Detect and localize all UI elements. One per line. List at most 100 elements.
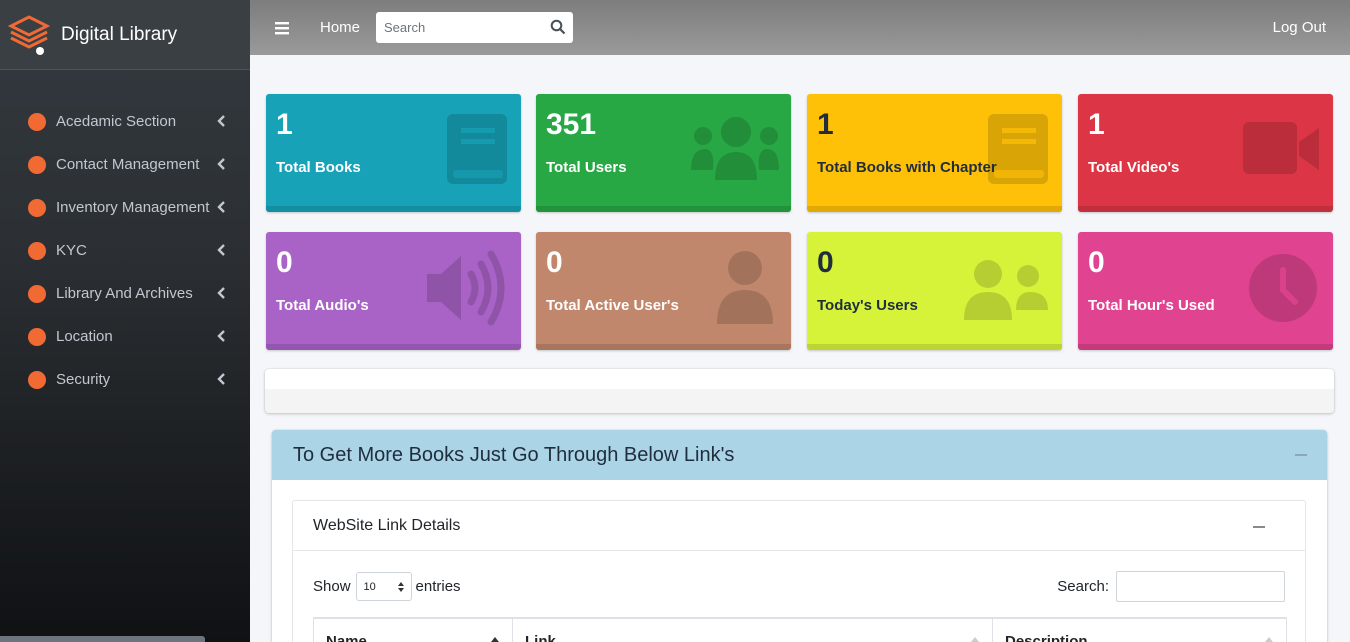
sidebar-item-security[interactable]: Security <box>0 358 250 401</box>
circle-icon <box>28 370 46 389</box>
minus-icon[interactable] <box>1253 526 1265 528</box>
logout-link[interactable]: Log Out <box>1273 19 1326 36</box>
brand-name: Digital Library <box>61 23 178 45</box>
column-header-description[interactable]: Description <box>992 619 1287 642</box>
volume-icon <box>427 250 505 326</box>
page-length-select[interactable]: 10 <box>355 572 412 601</box>
home-link[interactable]: Home <box>320 19 360 36</box>
chevron-left-icon <box>217 330 225 342</box>
column-header-label: Name <box>326 633 367 642</box>
stat-label: Total Active User's <box>546 297 679 314</box>
stat-value: 0 <box>1088 246 1105 279</box>
entries-label: entries <box>415 578 461 595</box>
empty-card-footer <box>265 389 1334 413</box>
card-header: WebSite Link Details <box>293 501 1305 551</box>
search-icon[interactable] <box>550 19 566 35</box>
navbar-search <box>376 12 574 43</box>
sidebar-item-label: KYC <box>56 242 87 259</box>
stat-label: Total Video's <box>1088 159 1180 176</box>
stat-box-footer <box>1078 344 1333 350</box>
books-stack-icon <box>8 14 50 55</box>
video-camera-icon <box>1243 122 1319 174</box>
stat-value: 351 <box>546 108 597 141</box>
card-title: WebSite Link Details <box>313 516 461 534</box>
chevron-left-icon <box>217 373 225 385</box>
stat-label: Today's Users <box>817 297 918 314</box>
stat-value: 1 <box>817 108 834 141</box>
stat-box-footer <box>807 206 1062 212</box>
sidebar-item-label: Contact Management <box>56 156 200 173</box>
stat-label: Total Audio's <box>276 297 369 314</box>
minus-icon[interactable] <box>1295 454 1307 456</box>
column-header-name[interactable]: Name <box>313 619 512 642</box>
sidebar-scrollbar[interactable] <box>0 636 205 642</box>
book-icon <box>988 114 1048 184</box>
stat-box-todays-users[interactable]: 0 Today's Users <box>807 232 1062 350</box>
stat-box-total-users[interactable]: 351 Total Users <box>536 94 791 212</box>
stat-box-total-active-users[interactable]: 0 Total Active User's <box>536 232 791 350</box>
table-search-input[interactable] <box>1116 571 1285 602</box>
table-search-label: Search: <box>1057 578 1109 595</box>
page-length-control: Show 10 entries <box>313 572 461 601</box>
empty-card <box>265 369 1334 413</box>
chevron-left-icon <box>217 201 225 213</box>
circle-icon <box>28 155 46 174</box>
stat-box-total-audios[interactable]: 0 Total Audio's <box>266 232 521 350</box>
stat-box-footer <box>807 344 1062 350</box>
column-header-label: Description <box>1005 633 1088 642</box>
website-link-card: WebSite Link Details Show 10 entries Sea… <box>292 500 1306 642</box>
hamburger-menu-icon[interactable] <box>275 21 289 35</box>
stat-box-footer <box>1078 206 1333 212</box>
search-input[interactable] <box>376 20 537 35</box>
sidebar-item-label: Security <box>56 371 111 388</box>
sidebar-item-location[interactable]: Location <box>0 315 250 358</box>
sidebar-item-contact-management[interactable]: Contact Management <box>0 143 250 186</box>
stat-box-total-books-with-chapter[interactable]: 1 Total Books with Chapter <box>807 94 1062 212</box>
sidebar-item-label: Library And Archives <box>56 285 193 302</box>
sidebar-item-acedamic-section[interactable]: Acedamic Section <box>0 100 250 143</box>
stat-value: 0 <box>276 246 293 279</box>
chevron-left-icon <box>217 244 225 256</box>
stat-box-footer <box>536 344 791 350</box>
stat-value: 0 <box>817 246 834 279</box>
circle-icon <box>28 327 46 346</box>
sort-icon <box>1265 637 1273 642</box>
stat-box-footer <box>266 206 521 212</box>
stat-box-total-books[interactable]: 1 Total Books <box>266 94 521 212</box>
column-header-link[interactable]: Link <box>512 619 992 642</box>
sidebar-item-label: Acedamic Section <box>56 113 177 130</box>
clock-icon <box>1249 254 1317 322</box>
circle-icon <box>28 198 46 217</box>
table-search: Search: <box>1057 571 1285 602</box>
stat-label: Total Hour's Used <box>1088 297 1215 314</box>
stat-box-footer <box>536 206 791 212</box>
stat-label: Total Books <box>276 159 361 176</box>
stat-value: 1 <box>276 108 293 141</box>
sidebar-item-library-and-archives[interactable]: Library And Archives <box>0 272 250 315</box>
circle-icon <box>28 284 46 303</box>
sidebar-nav: Acedamic Section Contact Management Inve… <box>0 100 250 401</box>
sidebar-item-kyc[interactable]: KYC <box>0 229 250 272</box>
chevron-left-icon <box>217 158 225 170</box>
show-label: Show <box>313 578 351 595</box>
stat-box-footer <box>266 344 521 350</box>
book-links-panel: To Get More Books Just Go Through Below … <box>272 430 1327 642</box>
panel-header: To Get More Books Just Go Through Below … <box>272 430 1327 480</box>
stat-box-total-hours-used[interactable]: 0 Total Hour's Used <box>1078 232 1333 350</box>
user-icon <box>717 251 773 324</box>
book-icon <box>447 114 507 184</box>
chevron-left-icon <box>217 115 225 127</box>
sort-icon <box>971 637 979 642</box>
stat-value: 0 <box>546 246 563 279</box>
sidebar-item-label: Location <box>56 328 113 345</box>
stat-value: 1 <box>1088 108 1105 141</box>
sidebar-item-inventory-management[interactable]: Inventory Management <box>0 186 250 229</box>
circle-icon <box>28 241 46 260</box>
brand[interactable]: Digital Library <box>0 0 250 70</box>
sidebar-item-label: Inventory Management <box>56 199 210 216</box>
stat-label: Total Users <box>546 159 627 176</box>
page-length-value: 10 <box>363 580 376 593</box>
top-navbar: Home Log Out <box>250 0 1350 55</box>
stat-box-total-videos[interactable]: 1 Total Video's <box>1078 94 1333 212</box>
panel-title: To Get More Books Just Go Through Below … <box>293 443 735 466</box>
